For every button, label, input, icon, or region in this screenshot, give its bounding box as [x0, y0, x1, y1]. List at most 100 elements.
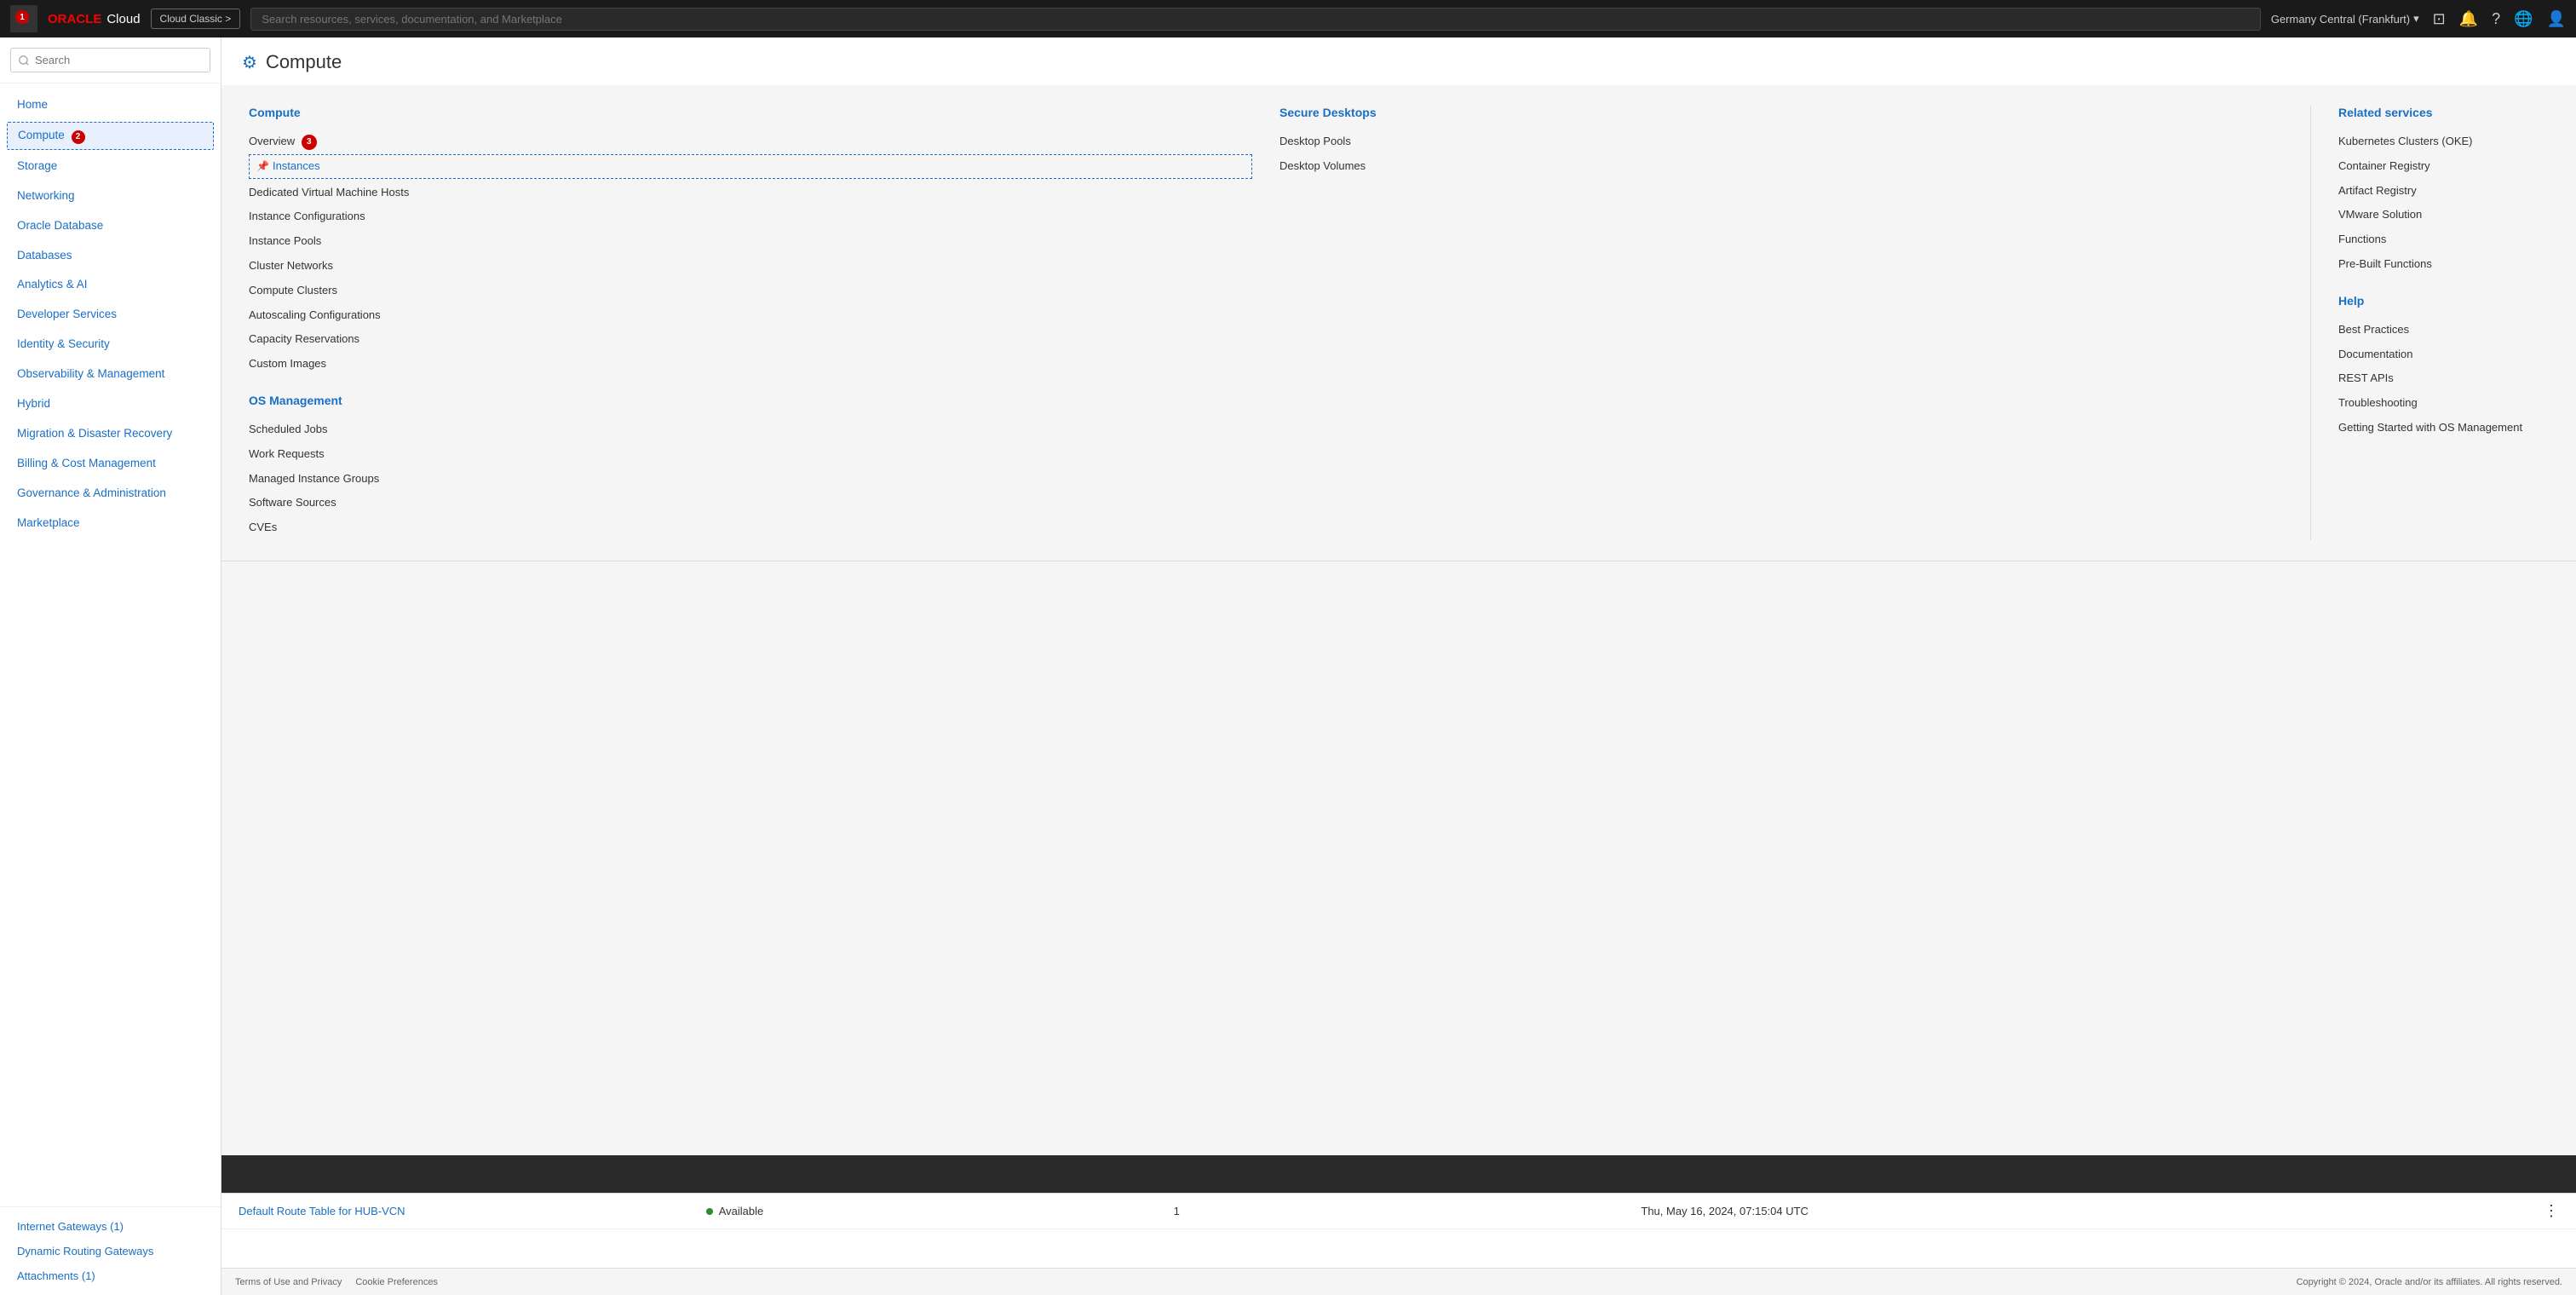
oracle-text: ORACLE — [48, 12, 101, 26]
mega-link-troubleshooting[interactable]: Troubleshooting — [2338, 391, 2549, 416]
sidebar: Home Compute 2 Storage Networking Oracle… — [0, 37, 221, 1295]
sidebar-item-internet-gateways[interactable]: Internet Gateways (1) — [0, 1214, 221, 1239]
related-services-section: Related services Kubernetes Clusters (OK… — [2338, 106, 2549, 277]
sidebar-nav: Home Compute 2 Storage Networking Oracle… — [0, 83, 221, 1206]
mega-link-instance-configurations[interactable]: Instance Configurations — [249, 204, 1252, 229]
status-dot-available — [706, 1208, 713, 1215]
compute-icon: ⚙ — [242, 52, 257, 73]
terminal-icon[interactable]: ⊡ — [2433, 10, 2446, 28]
sidebar-item-observability[interactable]: Observability & Management — [0, 360, 221, 389]
cloud-classic-button[interactable]: Cloud Classic > — [151, 9, 241, 29]
help-title: Help — [2338, 294, 2549, 308]
mega-link-functions[interactable]: Functions — [2338, 227, 2549, 252]
navbar: ✕ 1 ORACLE Cloud Cloud Classic > Germany… — [0, 0, 2576, 37]
pin-icon: 📌 — [256, 158, 269, 175]
copyright-text: Copyright © 2024, Oracle and/or its affi… — [2297, 1277, 2562, 1287]
mega-menu: Compute Overview 3 📌 Instances Dedicated… — [221, 85, 2576, 561]
os-management-section: OS Management Scheduled Jobs Work Reques… — [249, 394, 1252, 540]
navbar-right: Germany Central (Frankfurt) ▾ ⊡ 🔔 ? 🌐 👤 — [2271, 10, 2566, 28]
globe-icon[interactable]: 🌐 — [2514, 10, 2533, 28]
mega-link-desktop-pools[interactable]: Desktop Pools — [1279, 130, 2283, 154]
mega-link-dedicated-vm-hosts[interactable]: Dedicated Virtual Machine Hosts — [249, 181, 1252, 205]
cookie-link[interactable]: Cookie Preferences — [355, 1277, 438, 1287]
related-help-column: Related services Kubernetes Clusters (OK… — [2310, 106, 2549, 540]
mega-link-artifact-registry[interactable]: Artifact Registry — [2338, 179, 2549, 204]
actions-cell[interactable]: ⋮ — [2108, 1202, 2559, 1220]
timestamp-cell: Thu, May 16, 2024, 07:15:04 UTC — [1641, 1205, 2091, 1217]
terms-link[interactable]: Terms of Use and Privacy — [235, 1277, 342, 1287]
mega-link-container-registry[interactable]: Container Registry — [2338, 154, 2549, 179]
mega-link-best-practices[interactable]: Best Practices — [2338, 318, 2549, 342]
os-management-title: OS Management — [249, 394, 1252, 407]
footer-links: Terms of Use and Privacy Cookie Preferen… — [235, 1277, 438, 1287]
mega-link-overview[interactable]: Overview 3 — [249, 130, 1252, 154]
page-title: Compute — [266, 51, 342, 73]
mega-link-getting-started[interactable]: Getting Started with OS Management — [2338, 416, 2549, 440]
mega-link-cves[interactable]: CVEs — [249, 515, 1252, 540]
sidebar-item-marketplace[interactable]: Marketplace — [0, 509, 221, 538]
close-button-wrap: ✕ 1 — [10, 5, 37, 32]
oracle-logo: ORACLE Cloud — [48, 12, 141, 26]
sidebar-bottom: Internet Gateways (1) Dynamic Routing Ga… — [0, 1206, 221, 1295]
badge-1: 1 — [15, 10, 29, 24]
dark-strip — [221, 1155, 2576, 1193]
mega-link-desktop-volumes[interactable]: Desktop Volumes — [1279, 154, 2283, 179]
instances-label: Instances — [273, 158, 320, 176]
sidebar-item-governance[interactable]: Governance & Administration — [0, 479, 221, 509]
sidebar-item-billing[interactable]: Billing & Cost Management — [0, 449, 221, 479]
sidebar-item-developer-services[interactable]: Developer Services — [0, 300, 221, 330]
mega-link-pre-built-functions[interactable]: Pre-Built Functions — [2338, 252, 2549, 277]
mega-link-capacity-reservations[interactable]: Capacity Reservations — [249, 327, 1252, 352]
sidebar-item-dynamic-routing[interactable]: Dynamic Routing Gateways — [0, 1239, 221, 1263]
sidebar-item-storage[interactable]: Storage — [0, 152, 221, 181]
cloud-text: Cloud — [106, 12, 140, 26]
sidebar-item-migration[interactable]: Migration & Disaster Recovery — [0, 419, 221, 449]
global-search-input[interactable] — [250, 8, 2261, 31]
count-cell: 1 — [1174, 1205, 1624, 1217]
sidebar-item-compute-label: Compute — [18, 129, 65, 141]
mega-link-managed-instance-groups[interactable]: Managed Instance Groups — [249, 467, 1252, 492]
mega-link-instance-pools[interactable]: Instance Pools — [249, 229, 1252, 254]
mega-link-software-sources[interactable]: Software Sources — [249, 491, 1252, 515]
overview-label: Overview — [249, 135, 295, 147]
sidebar-item-compute[interactable]: Compute 2 — [7, 122, 214, 150]
mega-link-cluster-networks[interactable]: Cluster Networks — [249, 254, 1252, 279]
sidebar-item-home[interactable]: Home — [0, 90, 221, 120]
help-section: Help Best Practices Documentation REST A… — [2338, 294, 2549, 440]
sidebar-item-oracle-database[interactable]: Oracle Database — [0, 211, 221, 241]
related-services-title: Related services — [2338, 106, 2549, 119]
status-label: Available — [719, 1205, 764, 1217]
user-icon[interactable]: 👤 — [2547, 10, 2566, 28]
sidebar-item-identity-security[interactable]: Identity & Security — [0, 330, 221, 360]
sidebar-item-hybrid[interactable]: Hybrid — [0, 389, 221, 419]
secure-desktops-title: Secure Desktops — [1279, 106, 2283, 119]
sidebar-search-input[interactable] — [10, 48, 210, 72]
sidebar-search-box — [0, 37, 221, 83]
status-cell: Available — [706, 1205, 1157, 1217]
sidebar-item-databases[interactable]: Databases — [0, 241, 221, 271]
compute-column: Compute Overview 3 📌 Instances Dedicated… — [249, 106, 1279, 540]
mega-link-custom-images[interactable]: Custom Images — [249, 352, 1252, 377]
mega-link-documentation[interactable]: Documentation — [2338, 342, 2549, 367]
mega-link-instances[interactable]: 📌 Instances — [249, 154, 1252, 179]
help-icon[interactable]: ? — [2492, 10, 2500, 28]
sidebar-item-analytics-ai[interactable]: Analytics & AI — [0, 270, 221, 300]
route-table-link[interactable]: Default Route Table for HUB-VCN — [239, 1205, 689, 1217]
mega-link-scheduled-jobs[interactable]: Scheduled Jobs — [249, 417, 1252, 442]
region-chevron-icon: ▾ — [2413, 12, 2419, 26]
mega-link-compute-clusters[interactable]: Compute Clusters — [249, 279, 1252, 303]
mega-link-work-requests[interactable]: Work Requests — [249, 442, 1252, 467]
sidebar-item-networking[interactable]: Networking — [0, 181, 221, 211]
badge-3: 3 — [302, 135, 317, 150]
sidebar-item-attachments[interactable]: Attachments (1) — [0, 1263, 221, 1288]
mega-link-autoscaling[interactable]: Autoscaling Configurations — [249, 303, 1252, 328]
footer: Terms of Use and Privacy Cookie Preferen… — [221, 1268, 2576, 1295]
main-layout: Home Compute 2 Storage Networking Oracle… — [0, 37, 2576, 1295]
secure-desktops-column: Secure Desktops Desktop Pools Desktop Vo… — [1279, 106, 2310, 540]
region-selector[interactable]: Germany Central (Frankfurt) ▾ — [2271, 12, 2419, 26]
mega-link-rest-apis[interactable]: REST APIs — [2338, 366, 2549, 391]
mega-link-vmware-solution[interactable]: VMware Solution — [2338, 203, 2549, 227]
bell-icon[interactable]: 🔔 — [2459, 10, 2478, 28]
mega-link-kubernetes[interactable]: Kubernetes Clusters (OKE) — [2338, 130, 2549, 154]
table-row: Default Route Table for HUB-VCN Availabl… — [221, 1194, 2576, 1229]
